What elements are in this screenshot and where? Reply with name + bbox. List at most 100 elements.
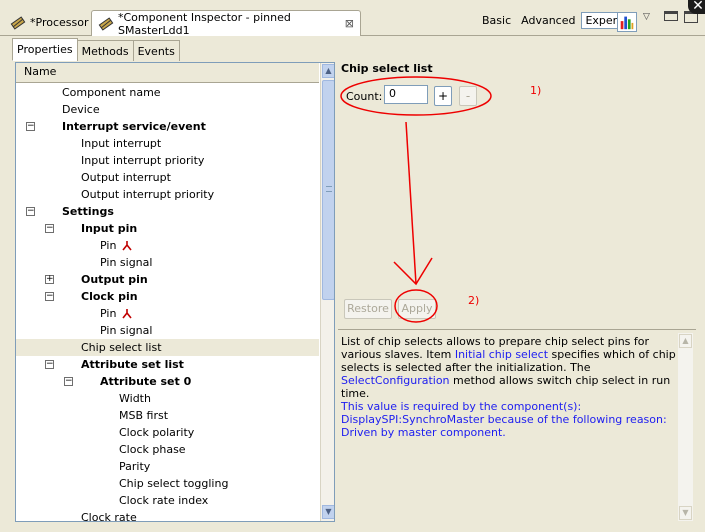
tree-rows: Component name Device − Interrupt service/e… — [16, 84, 319, 522]
tab-methods[interactable]: Methods — [76, 40, 134, 61]
tree-row-label: Clock rate — [81, 511, 137, 522]
expand-icon[interactable]: + — [45, 275, 54, 284]
tree-row[interactable]: − Settings — [16, 203, 319, 220]
description-panel: List of chip selects allows to prepare c… — [338, 329, 696, 522]
tree-row[interactable]: Pin signal — [16, 254, 319, 271]
tree-row-label: Parity — [119, 460, 151, 473]
annotation-overlay — [340, 76, 492, 323]
tree-row[interactable]: Clock polarity — [16, 424, 319, 441]
description-text: List of chip selects allows to prepare c… — [341, 335, 677, 439]
tree-row-label: Pin signal — [100, 256, 153, 269]
tree-row-label: Interrupt service/event — [62, 120, 206, 133]
pin-icon — [122, 309, 132, 319]
link-select-configuration[interactable]: SelectConfiguration — [341, 374, 450, 387]
tree-row[interactable]: Input interrupt — [16, 135, 319, 152]
tree-row[interactable]: Output interrupt priority — [16, 186, 319, 203]
collapse-icon[interactable]: − — [45, 292, 54, 301]
tree-row[interactable]: − Clock pin — [16, 288, 319, 305]
tree-row-label: Clock polarity — [119, 426, 195, 439]
property-detail-panel: Chip select list Count: 0 + - Restore Ap… — [340, 62, 696, 324]
tree-row-label: Output pin — [81, 273, 148, 286]
tree-row[interactable]: Pin — [16, 305, 319, 322]
collapse-icon[interactable]: − — [26, 122, 35, 131]
tree-row-label: MSB first — [119, 409, 169, 422]
tab-component-inspector-label: *Component Inspector - pinned SMasterLdd… — [118, 10, 291, 37]
tree-row[interactable]: Width — [16, 390, 319, 407]
tree-row-label: Input pin — [81, 222, 138, 235]
mode-advanced-button[interactable]: Advanced — [517, 12, 579, 29]
tree-row-label: Device — [62, 103, 100, 116]
description-scrollbar[interactable]: ▲ ▼ — [678, 333, 693, 521]
collapse-icon[interactable]: − — [45, 224, 54, 233]
tree-row[interactable]: Chip select toggling — [16, 475, 319, 492]
tree-row-label: Clock phase — [119, 443, 186, 456]
tree-row-label: Output interrupt — [81, 171, 171, 184]
tree-row[interactable]: Chip select list — [16, 339, 319, 356]
collapse-icon[interactable]: − — [26, 207, 35, 216]
annotation-arrow-head — [393, 257, 433, 286]
tree-row-label: Input interrupt — [81, 137, 162, 150]
tab-properties[interactable]: Properties — [12, 38, 78, 61]
inspector-sub-tabs: Properties Methods Events — [12, 38, 180, 62]
view-menu-icon[interactable]: ▽ — [643, 12, 650, 22]
tree-row-label: Chip select toggling — [119, 477, 229, 490]
tree-row-label: Pin — [100, 307, 117, 320]
tree-row-label: Clock rate index — [119, 494, 209, 507]
processor-icon — [10, 15, 26, 30]
tree-row[interactable]: Input interrupt priority — [16, 152, 319, 169]
bar-chart-icon[interactable] — [617, 12, 637, 32]
scroll-up-icon[interactable]: ▲ — [322, 64, 334, 78]
tree-row-label: Width — [119, 392, 151, 405]
desc-scroll-down-icon[interactable]: ▼ — [679, 506, 692, 520]
tree-column-header[interactable]: Name — [16, 63, 319, 83]
description-requirement: This value is required by the component(… — [341, 400, 667, 439]
component-icon — [98, 16, 114, 31]
tree-row[interactable]: Clock rate index — [16, 492, 319, 509]
scroll-thumb[interactable] — [322, 80, 334, 300]
tree-row-label: Component name — [62, 86, 161, 99]
tree-row[interactable]: Pin signal — [16, 322, 319, 339]
collapse-icon[interactable]: − — [45, 360, 54, 369]
tree-row-label: Output interrupt priority — [81, 188, 215, 201]
tab-component-inspector[interactable]: *Component Inspector - pinned SMasterLdd… — [91, 10, 361, 37]
scroll-down-icon[interactable]: ▼ — [322, 505, 334, 519]
tree-row[interactable]: − Attribute set list — [16, 356, 319, 373]
tree-row[interactable]: − Input pin — [16, 220, 319, 237]
tree-row[interactable]: MSB first — [16, 407, 319, 424]
tree-row[interactable]: Component name — [16, 84, 319, 101]
tree-row[interactable]: Output interrupt — [16, 169, 319, 186]
annotation-label-2: 2) — [468, 294, 480, 307]
minimize-icon[interactable] — [664, 11, 678, 21]
tree-row-label: Pin signal — [100, 324, 153, 337]
tree-row[interactable]: − Attribute set 0 — [16, 373, 319, 390]
tab-events[interactable]: Events — [132, 40, 180, 61]
annotation-ellipse-2 — [394, 289, 438, 323]
editor-tab-bar: *Processor *Component Inspector - pinned… — [0, 0, 705, 37]
tree-row[interactable]: Pin — [16, 237, 319, 254]
tree-row-label: Input interrupt priority — [81, 154, 205, 167]
window-close-icon[interactable]: ✕ — [688, 0, 705, 14]
desc-scroll-up-icon[interactable]: ▲ — [679, 334, 692, 348]
tree-row[interactable]: − Interrupt service/event — [16, 118, 319, 135]
tree-row-label: Settings — [62, 205, 114, 218]
tab-processor[interactable]: *Processor — [4, 11, 91, 34]
tree-row[interactable]: + Output pin — [16, 271, 319, 288]
tree-row[interactable]: Clock rate — [16, 509, 319, 522]
tree-row-label: Attribute set 0 — [100, 375, 192, 388]
collapse-icon[interactable]: − — [64, 377, 73, 386]
tree-row[interactable]: Clock phase — [16, 441, 319, 458]
tree-row[interactable]: Device — [16, 101, 319, 118]
tree-row-label: Chip select list — [81, 341, 162, 354]
tab-processor-label: *Processor — [30, 16, 89, 29]
pin-icon — [122, 241, 132, 251]
tree-row-label: Clock pin — [81, 290, 138, 303]
annotation-label-1: 1) — [530, 84, 542, 97]
property-tree: Name Component name Device − Interrupt serv… — [15, 62, 335, 522]
link-initial-chip-select[interactable]: Initial chip select — [455, 348, 548, 361]
mode-basic-button[interactable]: Basic — [478, 12, 515, 29]
tree-row[interactable]: Parity — [16, 458, 319, 475]
tree-scrollbar[interactable]: ▲ ▼ — [320, 63, 334, 521]
tree-row-label: Attribute set list — [81, 358, 184, 371]
component-inspector-window: *Processor *Component Inspector - pinned… — [0, 0, 705, 532]
close-tab-icon[interactable]: ⊠ — [345, 17, 354, 30]
